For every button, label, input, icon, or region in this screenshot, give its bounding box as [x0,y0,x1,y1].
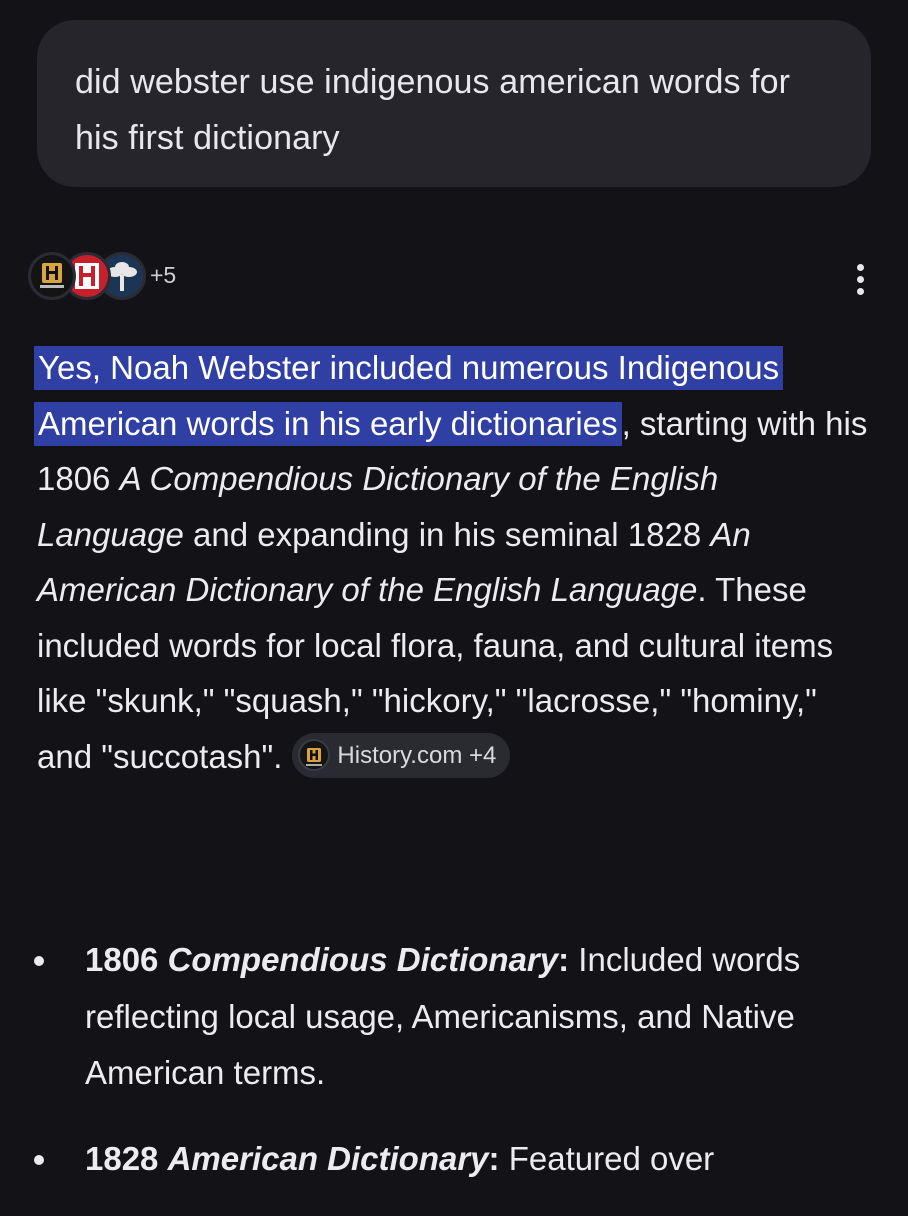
sources-row[interactable]: +5 [28,250,878,304]
citation-label: History.com +4 [337,742,497,770]
bullet-dot [34,956,44,966]
bullet-heading: 1806 Compendious Dictionary: [85,941,570,978]
bullet-heading: 1828 American Dictionary: [85,1139,500,1177]
list-item: 1806 Compendious Dictionary: Included wo… [0,932,908,1102]
citation-chip[interactable]: History.com +4 [292,733,511,779]
more-sources-count[interactable]: +5 [150,262,176,289]
history-icon[interactable] [28,252,76,300]
user-query-text: did webster use indigenous american word… [75,63,791,157]
answer-bullet-list: 1806 Compendious Dictionary: Included wo… [0,932,908,1216]
user-query-bubble[interactable]: did webster use indigenous american word… [37,20,871,187]
bullet-dot [34,1154,44,1165]
answer-paragraph: Yes, Noah Webster included numerous Indi… [34,340,872,784]
more-vert-icon[interactable] [848,262,872,296]
bullet-text: Featured over [499,1139,715,1177]
answer-text-2: and expanding in his seminal 1828 [183,515,711,553]
history-icon [298,738,331,771]
list-item: 1828 American Dictionary: Featured over [0,1131,908,1188]
